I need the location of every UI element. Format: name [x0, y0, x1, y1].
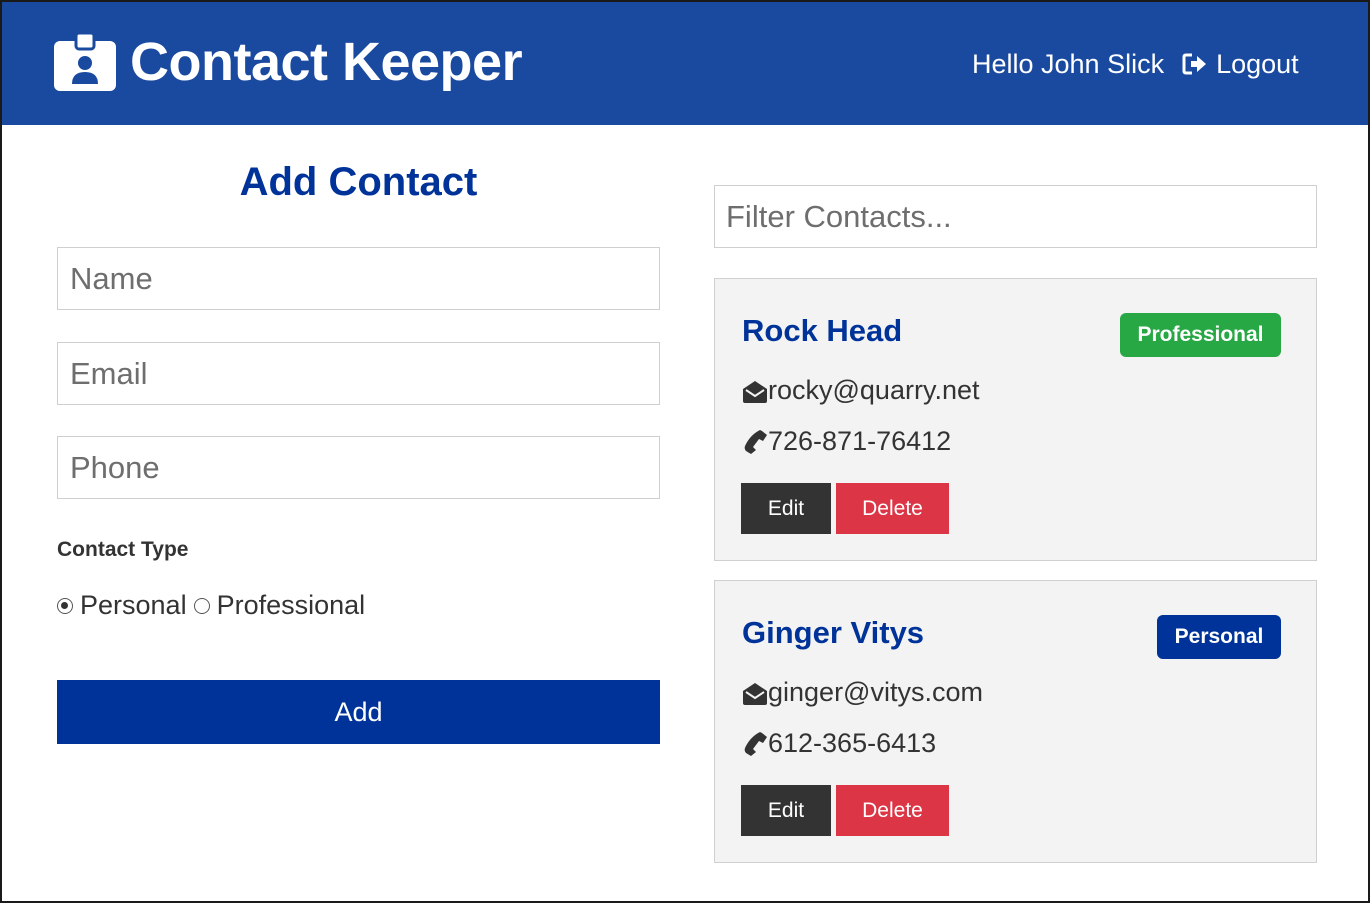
contact-type-radio-group: Personal Professional — [57, 590, 372, 621]
contact-phone: 612-365-6413 — [768, 728, 937, 758]
edit-button[interactable]: Edit — [741, 483, 831, 534]
contact-email: rocky@quarry.net — [768, 375, 980, 405]
contact-email-row: ginger@vitys.com — [742, 677, 983, 708]
envelope-open-icon — [742, 378, 768, 404]
app-title: Contact Keeper — [130, 32, 523, 92]
phone-input[interactable] — [57, 436, 660, 499]
logout-label: Logout — [1216, 48, 1299, 79]
brand[interactable]: Contact Keeper — [54, 31, 523, 92]
contact-email: ginger@vitys.com — [768, 677, 983, 707]
radio-personal-label: Personal — [80, 590, 187, 620]
edit-button[interactable]: Edit — [741, 785, 831, 836]
phone-icon — [742, 731, 768, 757]
user-greeting: Hello John Slick — [972, 48, 1165, 79]
contact-name: Rock Head — [742, 313, 903, 348]
id-badge-icon — [54, 31, 116, 91]
radio-personal[interactable] — [57, 597, 73, 614]
email-input[interactable] — [57, 342, 660, 405]
nav-right: Hello John Slick Logout — [972, 44, 1299, 84]
name-input[interactable] — [57, 247, 660, 310]
contact-type-badge: Professional — [1120, 313, 1281, 357]
contact-type-badge: Personal — [1157, 615, 1281, 659]
contact-phone-row: 612-365-6413 — [742, 728, 936, 759]
radio-option-personal[interactable]: Personal — [57, 590, 187, 621]
contact-phone-row: 726-871-76412 — [742, 426, 951, 457]
sign-out-icon — [1182, 52, 1208, 76]
contact-phone: 726-871-76412 — [768, 426, 952, 456]
envelope-open-icon — [742, 680, 768, 706]
app-frame: Contact Keeper Hello John Slick Logout A… — [0, 0, 1370, 903]
add-contact-button[interactable]: Add — [57, 680, 660, 744]
filter-contacts-input[interactable] — [714, 185, 1317, 248]
navbar: Contact Keeper Hello John Slick Logout — [2, 2, 1368, 125]
contact-type-label: Contact Type — [57, 538, 189, 561]
radio-professional-label: Professional — [216, 590, 366, 620]
contact-name: Ginger Vitys — [742, 615, 925, 650]
contact-card: Ginger Vitys Personal ginger@vitys.com 6… — [714, 580, 1317, 863]
delete-button[interactable]: Delete — [836, 483, 949, 534]
phone-icon — [742, 429, 768, 455]
delete-button[interactable]: Delete — [836, 785, 949, 836]
form-title: Add Contact — [239, 160, 478, 204]
radio-option-professional[interactable]: Professional — [193, 590, 366, 621]
contact-email-row: rocky@quarry.net — [742, 375, 979, 406]
contact-card: Rock Head Professional rocky@quarry.net … — [714, 278, 1317, 561]
radio-professional[interactable] — [193, 597, 210, 614]
logout-link[interactable]: Logout — [1182, 49, 1299, 80]
